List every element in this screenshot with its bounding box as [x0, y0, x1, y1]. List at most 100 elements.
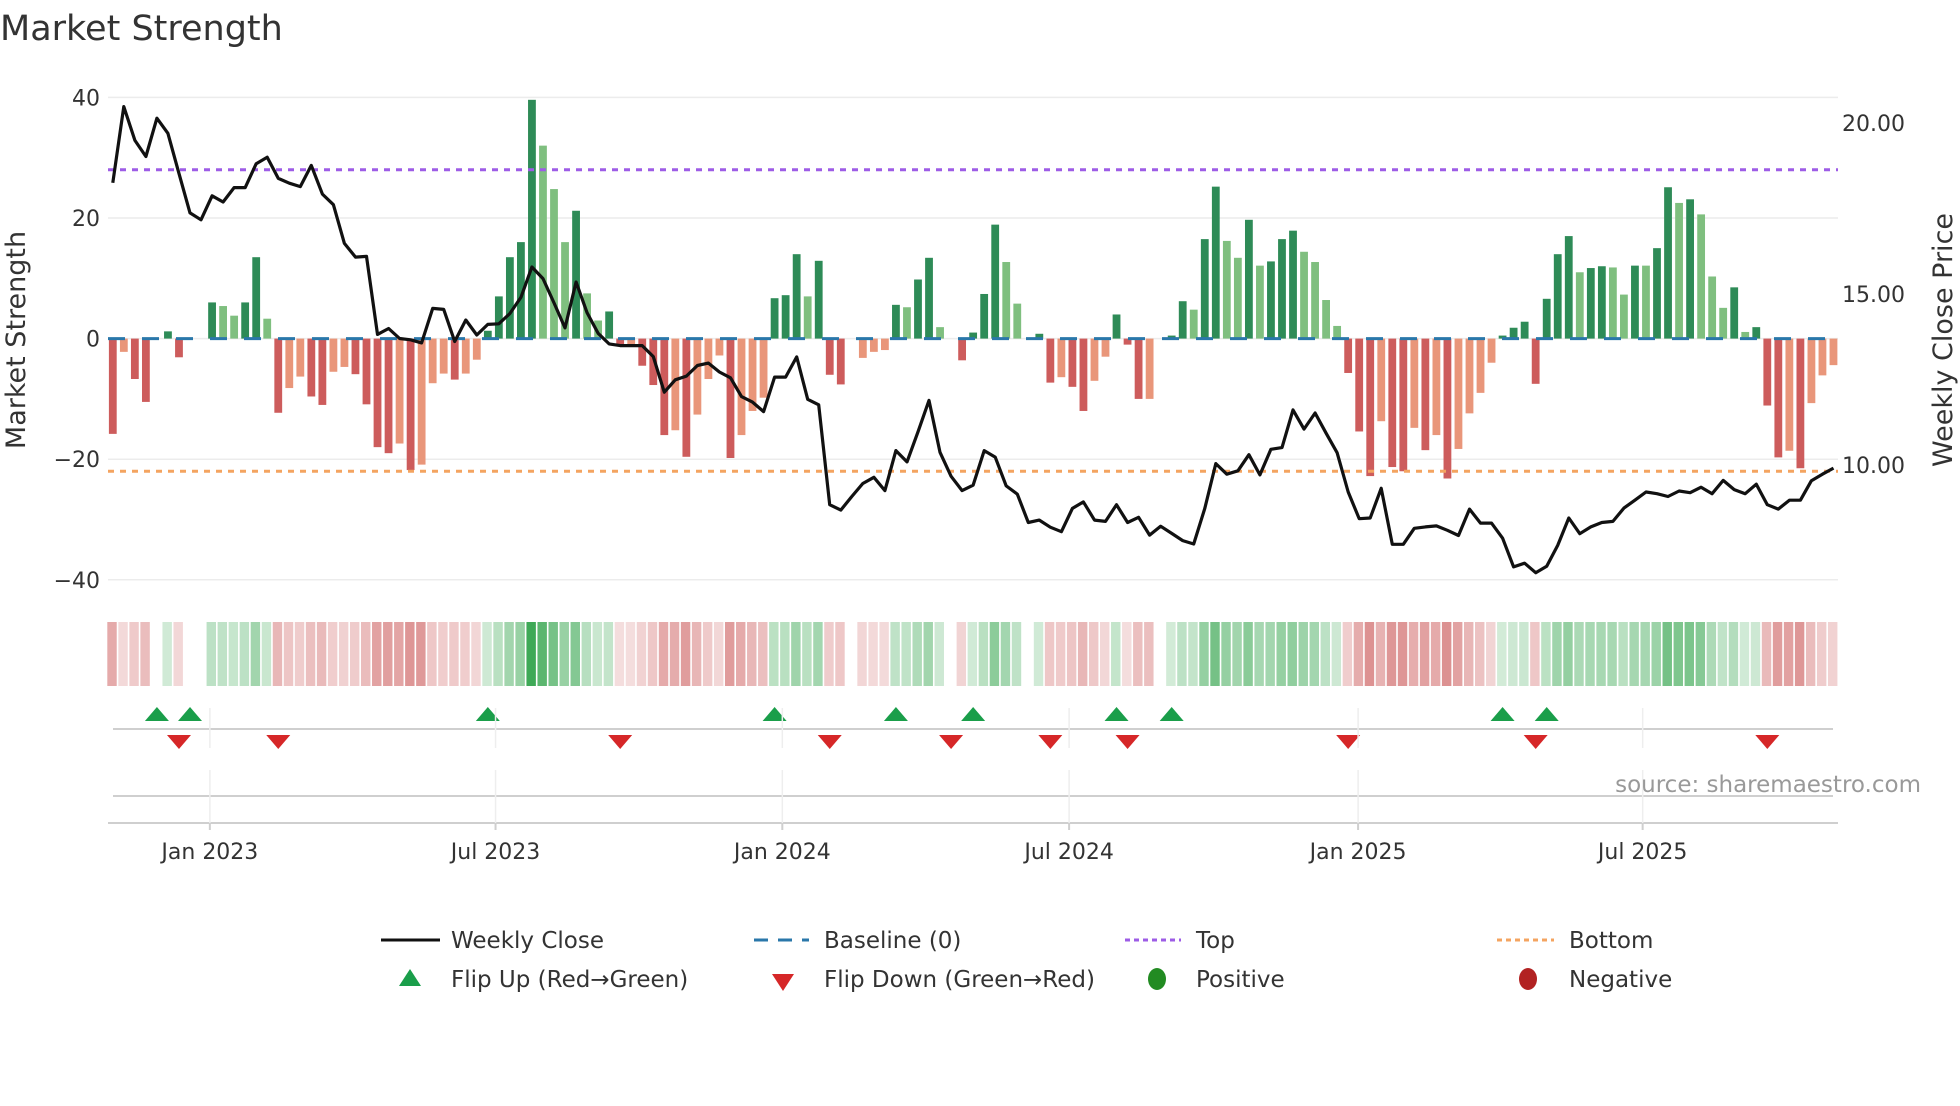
strength-bar — [307, 338, 316, 397]
legend-positive: Positive — [1196, 967, 1285, 993]
strength-bar — [1454, 338, 1463, 449]
strength-bar — [1002, 262, 1011, 339]
strength-bar — [1057, 338, 1066, 378]
strength-bar — [1730, 287, 1739, 339]
strength-bar — [1333, 325, 1342, 339]
strength-heat-strip — [107, 622, 1838, 686]
strength-bar — [119, 338, 128, 352]
strip-cell — [1585, 622, 1595, 686]
strip-cell — [1750, 622, 1761, 686]
y-axis-right-label: Weekly Close Price — [1928, 213, 1959, 467]
x-tick-label: Jan 2025 — [1308, 840, 1407, 865]
strip-cell — [1055, 622, 1066, 686]
strength-bar — [1222, 240, 1231, 339]
strength-bar — [1200, 239, 1209, 339]
strength-bar — [1719, 307, 1728, 339]
strip-cell — [482, 622, 492, 686]
strip-cell — [1607, 622, 1617, 686]
strength-bar — [406, 338, 415, 471]
strip-cell — [195, 622, 205, 686]
strip-cell — [691, 622, 702, 686]
strip-cell — [669, 622, 680, 686]
strength-bar — [1476, 338, 1485, 393]
x-tick-label: Jul 2025 — [1596, 840, 1688, 865]
strength-bar — [836, 338, 845, 385]
strip-cell — [360, 622, 371, 686]
strip-cell — [1122, 622, 1132, 686]
strength-bar — [1244, 219, 1253, 339]
strip-cell — [879, 622, 889, 686]
strength-bar — [781, 295, 790, 339]
y-tick-label: 40 — [72, 86, 100, 111]
x-axis-ticks: Jan 2023 Jul 2023 Jan 2024 Jul 2024 Jan 2025… — [108, 708, 1838, 865]
strip-cell — [471, 622, 481, 686]
strip-cell — [1695, 622, 1706, 686]
strip-cell — [515, 622, 525, 686]
strip-cell — [151, 622, 161, 686]
strip-cell — [1563, 622, 1573, 686]
flip-up-marker — [1490, 707, 1515, 721]
strength-bar — [1686, 199, 1694, 339]
strength-bar — [1542, 298, 1551, 339]
strip-cell — [1276, 622, 1286, 686]
strength-bar — [373, 338, 382, 448]
strip-cell — [1232, 622, 1242, 686]
legend-top: Top — [1195, 928, 1235, 954]
strength-bar — [296, 338, 305, 377]
legend-bottom: Bottom — [1569, 928, 1653, 954]
strength-bar — [1046, 338, 1055, 383]
strength-bar — [1068, 338, 1077, 387]
strip-cell — [1066, 622, 1077, 686]
strength-bar — [1289, 230, 1297, 339]
strength-bar — [858, 338, 867, 358]
strip-cell — [416, 622, 426, 686]
strip-cell — [1629, 622, 1639, 686]
strip-cell — [1519, 622, 1529, 686]
strip-cell — [1772, 622, 1783, 686]
strength-bar — [1178, 301, 1187, 339]
strength-bar — [991, 224, 1000, 339]
strength-bar — [1311, 262, 1319, 339]
strip-cell — [1419, 622, 1430, 686]
y-tick-label: −20 — [54, 448, 100, 473]
strip-cell — [581, 622, 592, 686]
strip-cell — [868, 622, 878, 686]
flip-down-marker — [266, 735, 291, 749]
strip-cell — [923, 622, 933, 686]
strength-bar — [362, 338, 371, 405]
strength-bar — [1112, 314, 1121, 339]
strip-cell — [680, 622, 691, 686]
strip-cell — [978, 622, 989, 686]
strip-cell — [1794, 622, 1805, 686]
strength-bar — [1377, 338, 1386, 422]
strength-bar — [528, 99, 536, 339]
strength-bar — [318, 338, 327, 405]
strip-cell — [449, 622, 459, 686]
strength-bar — [285, 338, 294, 389]
strip-cell — [283, 622, 294, 686]
strip-cell — [1033, 622, 1044, 686]
strip-cell — [636, 622, 647, 686]
strip-cell — [1364, 622, 1375, 686]
strength-bar — [1300, 251, 1308, 339]
strip-cell — [294, 622, 305, 686]
strip-cell — [1728, 622, 1739, 686]
strip-cell — [1486, 622, 1496, 686]
strength-bar — [340, 338, 349, 367]
strip-cell — [1640, 622, 1650, 686]
flip-up-marker — [1534, 707, 1559, 721]
strength-bar — [958, 338, 967, 361]
strength-bar — [428, 338, 437, 384]
strength-bar — [814, 260, 823, 339]
y-axis-label: Market Strength — [1, 231, 32, 449]
source-label: source: sharemaestro.com — [1615, 772, 1921, 798]
flip-down-marker — [1755, 735, 1780, 749]
strip-cell — [956, 622, 967, 686]
strength-bar — [1509, 327, 1518, 339]
strip-cell — [912, 622, 922, 686]
strength-bar — [472, 338, 481, 360]
x-tick-label: Jul 2024 — [1022, 840, 1114, 865]
strip-cell — [261, 622, 272, 686]
flip-down-marker — [166, 735, 191, 749]
strength-bar — [737, 338, 746, 436]
